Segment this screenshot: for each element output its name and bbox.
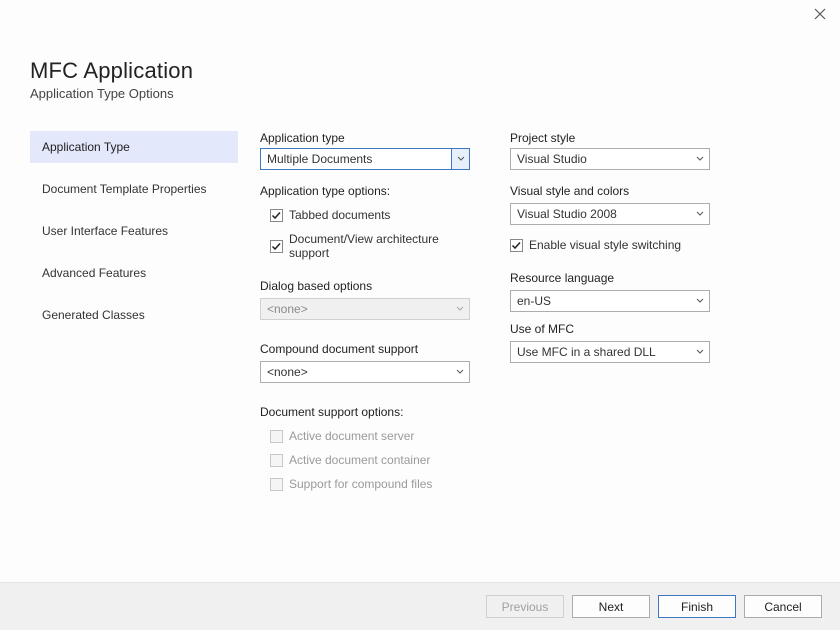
compound-files-label: Support for compound files <box>289 477 432 491</box>
active-doc-server-label: Active document server <box>289 429 414 443</box>
compound-label: Compound document support <box>260 342 470 356</box>
project-style-select[interactable]: Visual Studio <box>510 148 710 170</box>
application-type-select[interactable]: Multiple Documents <box>260 148 470 170</box>
compound-select[interactable]: <none> <box>260 361 470 383</box>
page-subtitle: Application Type Options <box>30 86 840 101</box>
chevron-down-icon <box>451 362 469 382</box>
project-style-value: Visual Studio <box>517 152 587 166</box>
dialog-options-label: Dialog based options <box>260 279 470 293</box>
sidebar-item-advanced[interactable]: Advanced Features <box>30 257 238 289</box>
close-icon[interactable] <box>814 8 828 22</box>
chevron-down-icon <box>451 299 469 319</box>
dialog-options-value: <none> <box>267 302 308 316</box>
previous-button: Previous <box>486 595 564 618</box>
sidebar-item-doc-template[interactable]: Document Template Properties <box>30 173 238 205</box>
wizard-sidebar: Application Type Document Template Prope… <box>30 131 238 496</box>
doc-support-label: Document support options: <box>260 405 470 419</box>
tabbed-documents-checkbox[interactable] <box>270 209 283 222</box>
use-of-mfc-label: Use of MFC <box>510 322 710 336</box>
sidebar-item-generated-classes[interactable]: Generated Classes <box>30 299 238 331</box>
sidebar-item-application-type[interactable]: Application Type <box>30 131 238 163</box>
application-type-label: Application type <box>260 131 470 145</box>
resource-language-value: en-US <box>517 294 551 308</box>
cancel-button[interactable]: Cancel <box>744 595 822 618</box>
app-type-options-label: Application type options: <box>260 184 470 198</box>
application-type-value: Multiple Documents <box>267 152 372 166</box>
docview-label: Document/View architecture support <box>289 232 470 260</box>
chevron-down-icon <box>451 149 469 169</box>
dialog-options-select: <none> <box>260 298 470 320</box>
active-doc-server-checkbox <box>270 430 283 443</box>
docview-checkbox[interactable] <box>270 240 283 253</box>
compound-value: <none> <box>267 365 308 379</box>
active-doc-container-checkbox <box>270 454 283 467</box>
chevron-down-icon <box>691 342 709 362</box>
resource-language-label: Resource language <box>510 271 710 285</box>
visual-style-label: Visual style and colors <box>510 184 710 198</box>
wizard-footer: Previous Next Finish Cancel <box>0 582 840 630</box>
chevron-down-icon <box>691 291 709 311</box>
use-of-mfc-select[interactable]: Use MFC in a shared DLL <box>510 341 710 363</box>
visual-style-select[interactable]: Visual Studio 2008 <box>510 203 710 225</box>
finish-button[interactable]: Finish <box>658 595 736 618</box>
wizard-header: MFC Application Application Type Options <box>0 0 840 101</box>
next-button[interactable]: Next <box>572 595 650 618</box>
project-style-label: Project style <box>510 131 710 145</box>
enable-style-switch-label: Enable visual style switching <box>529 238 681 252</box>
active-doc-container-label: Active document container <box>289 453 430 467</box>
use-of-mfc-value: Use MFC in a shared DLL <box>517 345 656 359</box>
tabbed-documents-label: Tabbed documents <box>289 208 390 222</box>
enable-style-switch-checkbox[interactable] <box>510 239 523 252</box>
chevron-down-icon <box>691 149 709 169</box>
page-title: MFC Application <box>30 58 840 84</box>
sidebar-item-ui-features[interactable]: User Interface Features <box>30 215 238 247</box>
visual-style-value: Visual Studio 2008 <box>517 207 617 221</box>
chevron-down-icon <box>691 204 709 224</box>
resource-language-select[interactable]: en-US <box>510 290 710 312</box>
compound-files-checkbox <box>270 478 283 491</box>
